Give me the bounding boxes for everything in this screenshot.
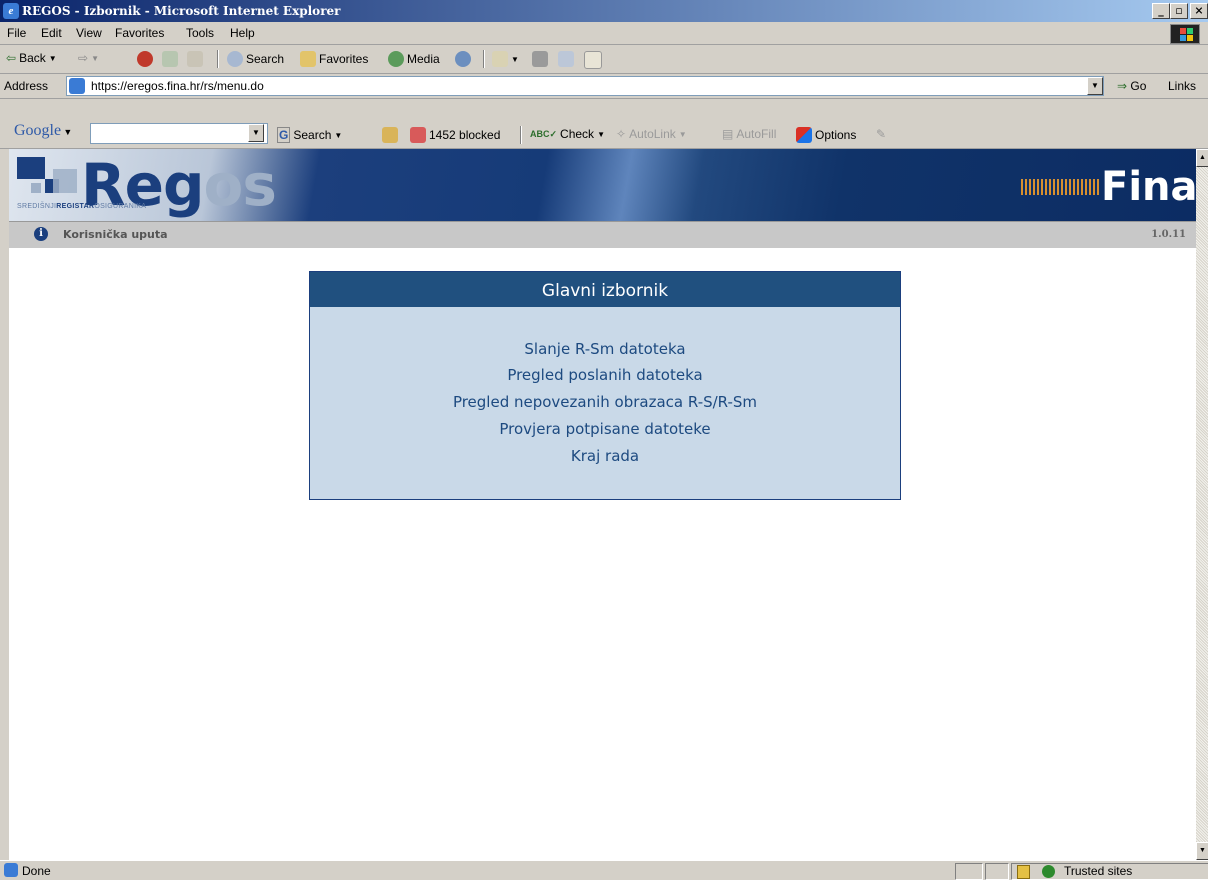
favorites-star-icon xyxy=(300,51,316,67)
menu-link-verify-signed-file[interactable]: Provjera potpisane datoteke xyxy=(310,420,900,438)
refresh-button[interactable] xyxy=(162,51,178,67)
popup-blocker-button[interactable]: 1452 blocked xyxy=(410,127,500,143)
home-icon xyxy=(187,51,203,67)
autofill-button[interactable]: ▤ AutoFill xyxy=(722,127,776,141)
status-text: Done xyxy=(22,864,51,878)
history-icon xyxy=(455,51,471,67)
menu-link-unlinked-forms[interactable]: Pregled nepovezanih obrazaca R-S/R-Sm xyxy=(310,393,900,411)
fina-logo: Fina xyxy=(1101,164,1196,210)
page-done-icon xyxy=(4,863,18,877)
address-url: https://eregos.fina.hr/rs/menu.do xyxy=(91,79,264,93)
scroll-up-button[interactable]: ▲ xyxy=(1196,149,1208,167)
autolink-button[interactable]: ✧ AutoLink ▼ xyxy=(616,127,687,141)
options-icon xyxy=(796,127,812,143)
window-title-bar[interactable]: e REGOS - Izbornik - Microsoft Internet … xyxy=(0,0,1208,22)
status-panel-1 xyxy=(955,863,983,880)
discuss-icon xyxy=(584,51,602,69)
menu-link-sent-files[interactable]: Pregled poslanih datoteka xyxy=(310,366,900,384)
back-arrow-icon: ⇦ xyxy=(6,51,17,65)
popup-blocked-icon xyxy=(410,127,426,143)
trusted-check-icon xyxy=(1042,865,1055,878)
forward-button[interactable]: ⇨ ▼ xyxy=(78,51,99,65)
page-viewport: Regos SREDIŠNJIREGISTAROSIGURANIKA Fina … xyxy=(9,149,1196,860)
google-search-button[interactable]: G Search ▼ xyxy=(277,127,342,143)
address-label: Address xyxy=(4,79,49,93)
autolink-icon: ✧ xyxy=(616,127,627,141)
favorites-button[interactable]: Favorites xyxy=(300,51,368,67)
regos-banner: Regos SREDIŠNJIREGISTAROSIGURANIKA Fina xyxy=(9,149,1196,221)
search-icon xyxy=(227,51,243,67)
spellcheck-icon: ABC✓ xyxy=(530,128,558,139)
google-toolbar: Google ▼ ▼ G Search ▼ 1452 blocked ABC✓ C… xyxy=(0,99,1208,149)
menu-favorites[interactable]: Favorites xyxy=(115,26,164,40)
media-icon xyxy=(388,51,404,67)
standard-toolbar: ⇦ Back ▼ ⇨ ▼ Search Favorites Media ▼ xyxy=(0,45,1208,74)
home-button[interactable] xyxy=(187,51,203,67)
stop-button[interactable] xyxy=(137,51,153,67)
menu-tools[interactable]: Tools xyxy=(186,26,214,40)
go-button[interactable]: ⇒ Go xyxy=(1117,79,1146,93)
maximize-button[interactable]: ▫ xyxy=(1170,3,1188,19)
pagerank-icon xyxy=(382,127,398,143)
status-panel-2 xyxy=(985,863,1009,880)
mail-icon xyxy=(492,51,508,67)
links-button[interactable]: Links xyxy=(1168,79,1196,93)
menu-bar: File Edit View Favorites Tools Help xyxy=(0,22,1208,45)
back-button[interactable]: ⇦ Back ▼ xyxy=(6,51,57,65)
vertical-scrollbar[interactable]: ▲ ▼ xyxy=(1196,149,1208,860)
lock-icon xyxy=(1017,865,1030,879)
google-search-dropdown[interactable]: ▼ xyxy=(248,124,264,142)
refresh-icon xyxy=(162,51,178,67)
windows-logo-icon xyxy=(1170,24,1200,44)
menu-edit[interactable]: Edit xyxy=(41,26,62,40)
menu-help[interactable]: Help xyxy=(230,26,255,40)
google-logo[interactable]: Google ▼ xyxy=(14,122,72,140)
stop-icon xyxy=(137,51,153,67)
regos-tagline: SREDIŠNJIREGISTAROSIGURANIKA xyxy=(17,203,147,210)
scroll-down-button[interactable]: ▼ xyxy=(1196,842,1208,860)
history-button[interactable] xyxy=(455,51,471,67)
main-menu-panel: Glavni izbornik Slanje R-Sm datoteka Pre… xyxy=(309,271,901,500)
minimize-button[interactable]: _ xyxy=(1152,3,1170,19)
print-button[interactable] xyxy=(532,51,548,67)
address-input[interactable]: https://eregos.fina.hr/rs/menu.do xyxy=(66,76,1104,96)
mail-button[interactable]: ▼ xyxy=(492,51,519,67)
page-icon xyxy=(69,78,85,94)
status-zone-panel: Trusted sites xyxy=(1011,863,1208,880)
google-search-input[interactable] xyxy=(90,123,268,144)
status-bar: Done Trusted sites xyxy=(0,860,1208,880)
info-icon[interactable]: i xyxy=(34,227,48,241)
app-version: 1.0.11 xyxy=(1151,229,1186,240)
autofill-icon: ▤ xyxy=(722,127,734,141)
menu-view[interactable]: View xyxy=(76,26,102,40)
go-arrow-icon: ⇒ xyxy=(1117,79,1128,93)
spellcheck-button[interactable]: ABC✓ Check ▼ xyxy=(530,127,605,141)
menu-file[interactable]: File xyxy=(7,26,26,40)
close-button[interactable]: × xyxy=(1190,3,1208,19)
main-menu-title: Glavni izbornik xyxy=(310,272,900,307)
ie-icon: e xyxy=(3,3,19,19)
regos-logo-text: Regos xyxy=(81,151,277,219)
pagerank-button[interactable] xyxy=(382,127,398,143)
address-dropdown-button[interactable]: ▼ xyxy=(1087,77,1103,95)
menu-link-logout[interactable]: Kraj rada xyxy=(310,447,900,465)
google-g-icon: G xyxy=(277,127,291,143)
options-button[interactable]: Options xyxy=(796,127,856,143)
window-title: REGOS - Izbornik - Microsoft Internet Ex… xyxy=(22,4,341,18)
discuss-button[interactable] xyxy=(584,51,602,69)
forward-arrow-icon: ⇨ xyxy=(78,51,89,65)
menu-link-send-files[interactable]: Slanje R-Sm datoteka xyxy=(310,340,900,358)
address-bar: Address https://eregos.fina.hr/rs/menu.d… xyxy=(0,74,1208,99)
highlighter-icon[interactable]: ✎ xyxy=(876,127,886,141)
media-button[interactable]: Media xyxy=(388,51,440,67)
edit-button[interactable] xyxy=(558,51,574,67)
user-manual-link[interactable]: Korisnička uputa xyxy=(63,228,168,241)
fina-stripes-icon xyxy=(1021,179,1099,195)
edit-icon xyxy=(558,51,574,67)
print-icon xyxy=(532,51,548,67)
search-button[interactable]: Search xyxy=(227,51,284,67)
security-zone: Trusted sites xyxy=(1064,864,1133,878)
info-bar: i Korisnička uputa 1.0.11 xyxy=(9,221,1196,248)
